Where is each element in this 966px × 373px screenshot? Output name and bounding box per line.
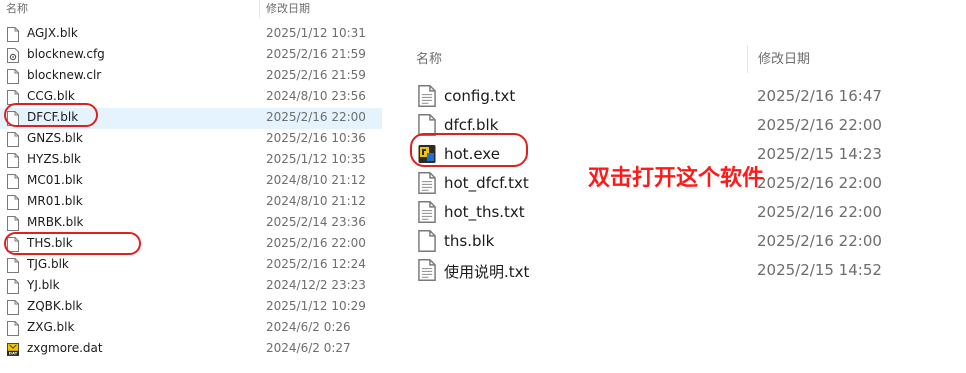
document-icon (7, 153, 19, 168)
file-modified-date: 2025/1/12 10:29 (266, 299, 366, 313)
file-row[interactable]: ZXG.blk 2024/6/2 0:26 (0, 318, 382, 339)
file-row[interactable]: blocknew.cfg 2025/2/16 21:59 (0, 45, 382, 66)
file-name: zxgmore.dat (27, 341, 103, 355)
file-name: hot_ths.txt (444, 203, 525, 221)
file-row[interactable]: 使用说明.txt 2025/2/15 14:52 (410, 256, 966, 285)
settings-file-icon (7, 48, 19, 63)
file-row[interactable]: TJG.blk 2025/2/16 12:24 (0, 255, 382, 276)
file-name: CCG.blk (27, 89, 75, 103)
file-name: MRBK.blk (27, 215, 84, 229)
column-header-name[interactable]: 名称 (416, 48, 442, 67)
file-modified-date: 2025/2/16 22:00 (266, 110, 366, 124)
file-name: ths.blk (444, 232, 495, 250)
document-icon (7, 321, 19, 336)
file-row[interactable]: GNZS.blk 2025/2/16 10:36 (0, 129, 382, 150)
file-modified-date: 2025/2/16 22:00 (757, 174, 882, 192)
file-name: MR01.blk (27, 194, 83, 208)
file-modified-date: 2024/6/2 0:26 (266, 320, 351, 334)
file-modified-date: 2024/8/10 21:12 (266, 173, 366, 187)
file-name: HYZS.blk (27, 152, 81, 166)
file-row[interactable]: hot_ths.txt 2025/2/16 22:00 (410, 198, 966, 227)
file-row[interactable]: ZQBK.blk 2025/1/12 10:29 (0, 297, 382, 318)
dat-file-icon: DAT (7, 342, 19, 357)
file-modified-date: 2025/1/12 10:31 (266, 26, 366, 40)
document-icon (7, 132, 19, 147)
file-row[interactable]: MC01.blk 2024/8/10 21:12 (0, 171, 382, 192)
file-modified-date: 2025/1/12 10:35 (266, 152, 366, 166)
file-name: MC01.blk (27, 173, 83, 187)
column-divider[interactable] (259, 0, 260, 18)
document-icon (7, 174, 19, 189)
file-modified-date: 2025/2/16 22:00 (757, 232, 882, 250)
document-icon (7, 279, 19, 294)
document-icon (7, 258, 19, 273)
file-name: TJG.blk (27, 257, 69, 271)
file-row[interactable]: config.txt 2025/2/16 16:47 (410, 82, 966, 111)
column-header-date[interactable]: 修改日期 (266, 0, 310, 15)
document-icon (7, 69, 19, 84)
file-row[interactable]: AGJX.blk 2025/1/12 10:31 (0, 24, 382, 45)
svg-text:DAT: DAT (9, 351, 18, 356)
file-name: GNZS.blk (27, 131, 83, 145)
file-modified-date: 2025/2/15 14:52 (757, 261, 882, 279)
file-modified-date: 2025/2/16 22:00 (757, 203, 882, 221)
file-modified-date: 2024/8/10 23:56 (266, 89, 366, 103)
text-file-icon (418, 201, 436, 223)
file-row[interactable]: ths.blk 2025/2/16 22:00 (410, 227, 966, 256)
file-name: ZQBK.blk (27, 299, 83, 313)
file-name: blocknew.cfg (27, 47, 105, 61)
column-header-date[interactable]: 修改日期 (758, 48, 810, 67)
document-icon (7, 195, 19, 210)
column-divider[interactable] (747, 45, 748, 73)
file-modified-date: 2024/6/2 0:27 (266, 341, 351, 355)
file-name: hot_dfcf.txt (444, 174, 529, 192)
file-name: ZXG.blk (27, 320, 75, 334)
file-row[interactable]: HYZS.blk 2025/1/12 10:35 (0, 150, 382, 171)
red-circle-highlight (4, 232, 141, 255)
file-name: dfcf.blk (444, 116, 499, 134)
right-file-list: 名称 修改日期 config.txt 2025/2/16 16:47 dfcf.bl… (410, 40, 966, 373)
file-modified-date: 2025/2/16 10:36 (266, 131, 366, 145)
file-modified-date: 2025/2/16 21:59 (266, 47, 366, 61)
file-row[interactable]: YJ.blk 2024/12/2 23:23 (0, 276, 382, 297)
file-row[interactable]: MR01.blk 2024/8/10 21:12 (0, 192, 382, 213)
file-modified-date: 2024/8/10 21:12 (266, 194, 366, 208)
file-row[interactable]: MRBK.blk 2025/2/14 23:36 (0, 213, 382, 234)
red-circle-highlight (410, 133, 528, 167)
file-row[interactable]: blocknew.clr 2025/2/16 21:59 (0, 66, 382, 87)
instruction-annotation: 双击打开这个软件 (588, 166, 765, 191)
file-name: 使用说明.txt (444, 263, 530, 281)
file-modified-date: 2025/2/16 22:00 (266, 236, 366, 250)
document-icon (7, 300, 19, 315)
text-file-icon (418, 259, 436, 281)
file-name: blocknew.clr (27, 68, 102, 82)
file-name: config.txt (444, 87, 516, 105)
file-modified-date: 2024/12/2 23:23 (266, 278, 366, 292)
file-name: AGJX.blk (27, 26, 78, 40)
left-file-list: 名称 修改日期 AGJX.blk 2025/1/12 10:31 blocknew.… (0, 0, 382, 373)
red-circle-highlight (4, 103, 98, 127)
file-modified-date: 2025/2/16 22:00 (757, 116, 882, 134)
text-file-icon (418, 85, 436, 107)
file-modified-date: 2025/2/16 16:47 (757, 87, 882, 105)
document-icon (7, 216, 19, 231)
file-row[interactable]: DAT zxgmore.dat 2024/6/2 0:27 (0, 339, 382, 360)
file-modified-date: 2025/2/14 23:36 (266, 215, 366, 229)
file-modified-date: 2025/2/16 12:24 (266, 257, 366, 271)
column-header-name[interactable]: 名称 (6, 0, 28, 15)
document-icon (7, 27, 19, 42)
text-file-icon (418, 172, 436, 194)
file-name: YJ.blk (27, 278, 60, 292)
document-icon (418, 230, 436, 252)
file-modified-date: 2025/2/16 21:59 (266, 68, 366, 82)
file-modified-date: 2025/2/15 14:23 (757, 145, 882, 163)
